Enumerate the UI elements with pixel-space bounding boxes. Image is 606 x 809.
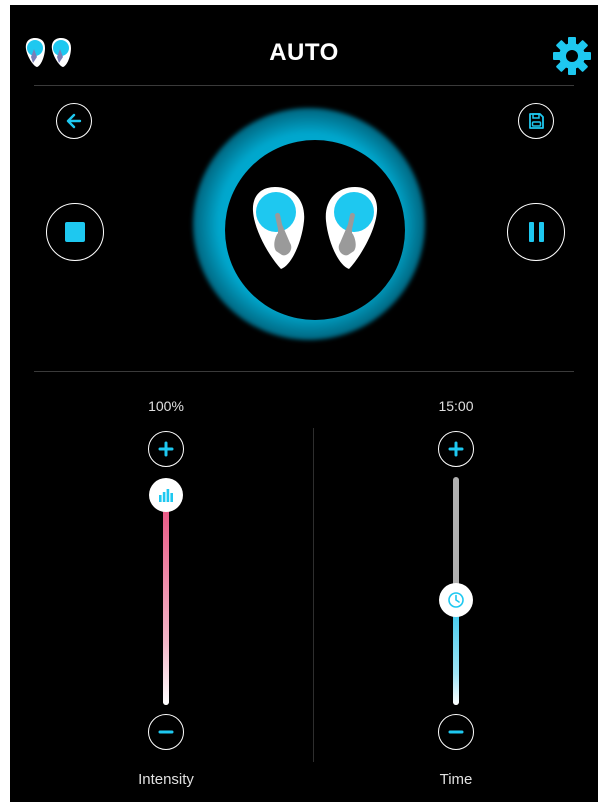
time-knob[interactable] <box>439 583 473 618</box>
minus-icon <box>448 724 464 740</box>
bar-chart-icon <box>158 488 174 502</box>
app-screen: AUTO 100% Intensity 15:00 Time <box>10 5 598 802</box>
time-label: Time <box>439 771 473 788</box>
intensity-value: 100% <box>148 398 184 414</box>
pods-device-icon <box>248 185 382 275</box>
intensity-knob[interactable] <box>149 478 183 512</box>
back-button[interactable] <box>56 103 92 139</box>
save-button[interactable] <box>518 103 554 139</box>
intensity-label: Intensity <box>138 771 194 788</box>
save-icon <box>527 112 545 130</box>
arrow-left-icon <box>65 112 83 130</box>
time-value: 15:00 <box>438 398 474 414</box>
time-decrease-button[interactable] <box>438 714 474 750</box>
section-divider <box>34 371 574 372</box>
gear-icon[interactable] <box>552 36 592 76</box>
minus-icon <box>158 724 174 740</box>
intensity-track-fill <box>163 495 169 705</box>
slider-divider <box>313 428 314 762</box>
stop-button[interactable] <box>46 203 104 261</box>
plus-icon <box>158 441 174 457</box>
stop-icon <box>65 222 85 242</box>
page-title: AUTO <box>269 39 339 66</box>
intensity-increase-button[interactable] <box>148 431 184 467</box>
pause-icon <box>528 222 544 242</box>
header-divider <box>34 85 574 86</box>
pause-button[interactable] <box>507 203 565 261</box>
plus-icon <box>448 441 464 457</box>
time-increase-button[interactable] <box>438 431 474 467</box>
intensity-decrease-button[interactable] <box>148 714 184 750</box>
clock-icon <box>447 591 465 609</box>
